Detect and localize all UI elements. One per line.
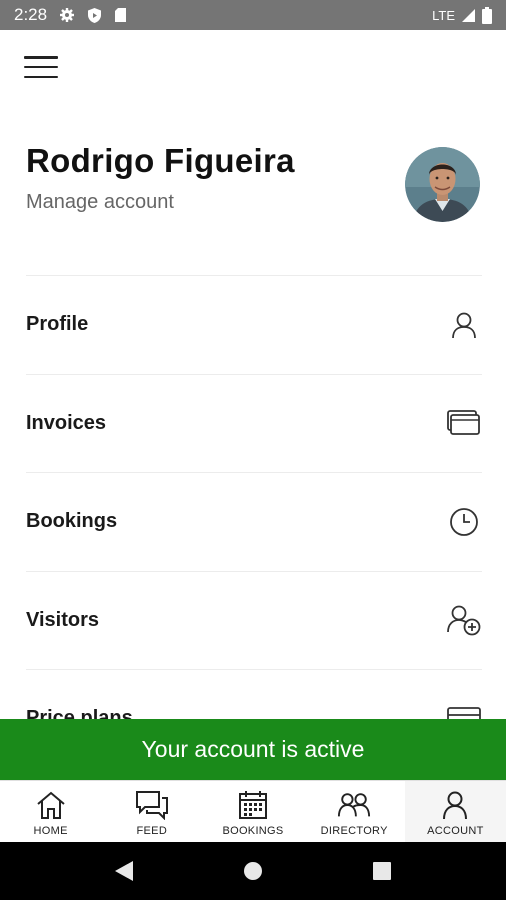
- add-person-icon: [446, 603, 482, 637]
- nav-label: ACCOUNT: [427, 825, 484, 837]
- signal-icon: [461, 8, 476, 23]
- menu-item-label: Bookings: [26, 510, 118, 533]
- calendar-icon: [236, 789, 270, 821]
- menu-item-label: Visitors: [26, 608, 99, 631]
- nav-label: DIRECTORY: [320, 825, 388, 837]
- home-circle-icon[interactable]: [238, 856, 268, 886]
- menu-item-price-plans[interactable]: Price plans: [26, 669, 482, 719]
- menu-item-label: Profile: [26, 313, 89, 336]
- status-bar: 2:28 LTE: [0, 0, 506, 30]
- menu-item-profile[interactable]: Profile: [26, 275, 482, 374]
- back-icon[interactable]: [109, 856, 139, 886]
- account-status-banner: Your account is active: [0, 719, 506, 780]
- nav-label: HOME: [33, 825, 68, 837]
- account-menu-list: Profile Invoices Bookings Visitors Price…: [26, 275, 482, 719]
- battery-icon: [482, 6, 492, 24]
- nav-bookings[interactable]: BOOKINGS: [202, 781, 303, 842]
- person-icon: [446, 308, 482, 342]
- nav-directory[interactable]: DIRECTORY: [304, 781, 405, 842]
- avatar[interactable]: [405, 147, 480, 222]
- home-icon: [34, 789, 68, 821]
- recents-icon[interactable]: [367, 856, 397, 886]
- system-navigation-bar: [0, 842, 506, 900]
- bottom-navigation: HOME FEED BOOKINGS DIRECTORY ACCOUNT: [0, 780, 506, 842]
- menu-item-invoices[interactable]: Invoices: [26, 373, 482, 473]
- menu-item-bookings[interactable]: Bookings: [26, 472, 482, 571]
- nav-home[interactable]: HOME: [0, 781, 101, 842]
- sd-card-icon: [114, 7, 127, 23]
- menu-item-label: Price plans: [26, 707, 133, 719]
- nav-label: BOOKINGS: [222, 825, 284, 837]
- status-time: 2:28: [14, 5, 48, 24]
- nav-account[interactable]: ACCOUNT: [404, 781, 506, 842]
- cards-icon: [446, 406, 482, 440]
- manage-account-link[interactable]: Manage account: [26, 191, 174, 214]
- menu-item-visitors[interactable]: Visitors: [26, 570, 482, 670]
- clock-icon: [446, 505, 482, 539]
- banner-text: Your account is active: [141, 736, 365, 762]
- network-type: LTE: [432, 7, 455, 23]
- chat-icon: [135, 789, 169, 821]
- nav-label: FEED: [136, 825, 168, 837]
- nav-feed[interactable]: FEED: [101, 781, 202, 842]
- hamburger-menu-icon[interactable]: [24, 52, 58, 82]
- user-name: Rodrigo Figueira: [26, 142, 295, 179]
- shield-icon: [87, 7, 102, 24]
- people-icon: [337, 789, 371, 821]
- menu-item-label: Invoices: [26, 411, 107, 434]
- settings-icon: [59, 7, 75, 23]
- card-icon: [446, 702, 482, 719]
- person-icon: [438, 789, 472, 821]
